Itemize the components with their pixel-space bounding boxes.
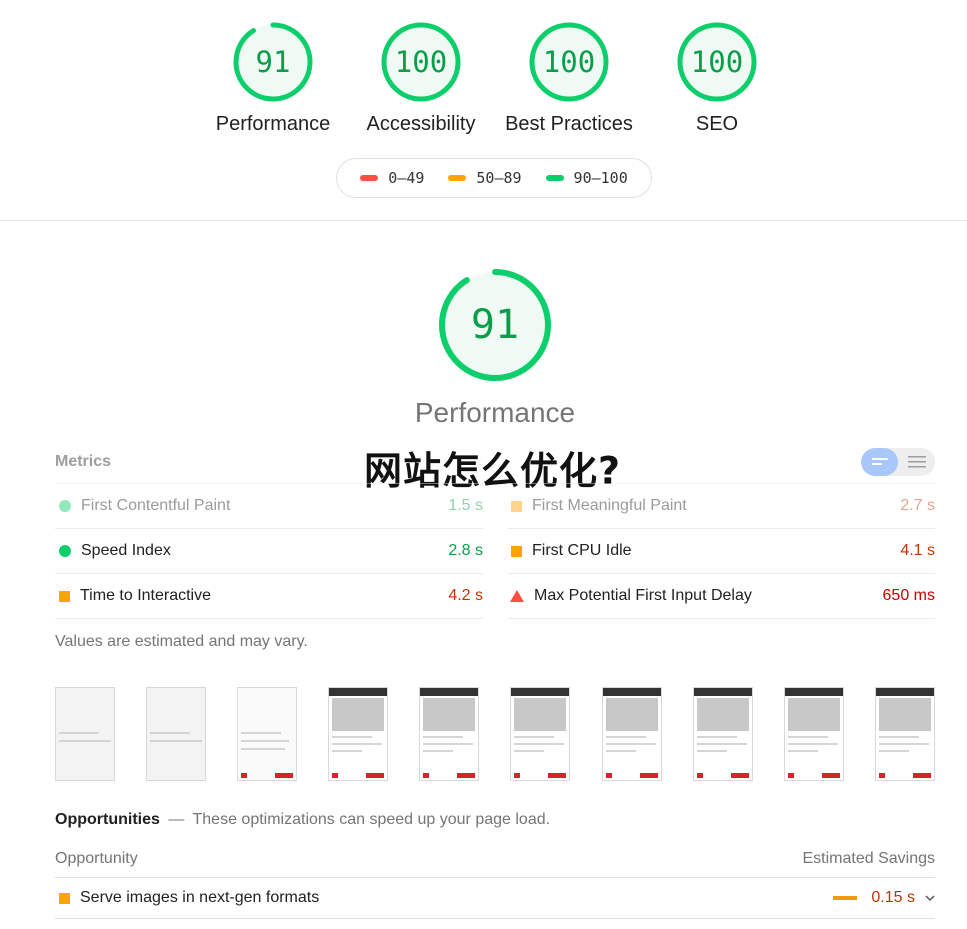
metric-divider (55, 618, 483, 619)
section-divider (0, 220, 967, 221)
performance-score: 91 (470, 302, 520, 348)
legend-range: 0–49 (388, 169, 425, 187)
chevron-down-icon[interactable] (925, 894, 935, 902)
average-square-icon (59, 590, 70, 602)
metric-divider (507, 618, 935, 619)
savings-column-header: Estimated Savings (802, 850, 935, 867)
metric-name: First Contentful Paint (81, 497, 231, 514)
gauge-score: 100 (690, 45, 744, 79)
gauge-score: 100 (542, 45, 596, 79)
metric-value: 650 ms (882, 587, 935, 604)
opportunities-dash: — (168, 811, 185, 828)
gauge-seo[interactable]: 100 SEO (647, 21, 787, 136)
opportunity-name: Serve images in next-gen formats (80, 889, 320, 906)
legend-range: 90–100 (573, 169, 628, 187)
metric-speed-index: Speed Index 2.8 s (55, 528, 483, 573)
metric-name: First CPU Idle (532, 542, 632, 559)
compact-list-icon (871, 458, 888, 465)
filmstrip-frame (419, 687, 479, 781)
average-bar-icon (448, 175, 467, 181)
legend-pass: 90–100 (545, 169, 628, 187)
average-square-icon (59, 892, 70, 904)
metric-value: 4.1 s (900, 542, 935, 559)
metric-value: 1.5 s (448, 497, 483, 514)
expanded-view-button[interactable] (898, 448, 935, 476)
pass-circle-icon (59, 545, 71, 557)
legend-range: 50–89 (476, 169, 522, 187)
metrics-note: Values are estimated and may vary. (55, 633, 308, 650)
filmstrip-frame (875, 687, 935, 781)
gauge-performance[interactable]: 91 Performance (203, 21, 343, 136)
gauge-label: Best Practices (505, 113, 633, 135)
opportunity-divider (55, 918, 935, 919)
compact-view-button[interactable] (861, 448, 898, 476)
metric-time-to-interactive: Time to Interactive 4.2 s (55, 573, 483, 618)
average-square-icon (511, 500, 522, 512)
metric-name: First Meaningful Paint (532, 497, 687, 514)
metric-first-meaningful-paint: First Meaningful Paint 2.7 s (507, 483, 935, 528)
metric-first-cpu-idle: First CPU Idle 4.1 s (507, 528, 935, 573)
metric-name: Time to Interactive (80, 587, 212, 604)
filmstrip-frame (784, 687, 844, 781)
performance-gauge: 91 (438, 268, 552, 382)
filmstrip-frame (146, 687, 206, 781)
gauge-label: Performance (215, 113, 331, 135)
metrics-view-toggle[interactable] (861, 448, 935, 476)
fail-triangle-icon (510, 590, 524, 602)
fail-bar-icon (360, 175, 379, 181)
filmstrip-frame (510, 687, 570, 781)
score-legend: 0–49 50–89 90–100 (336, 158, 652, 198)
metrics-heading: Metrics (55, 453, 112, 470)
filmstrip-frame (328, 687, 388, 781)
gauge-score: 100 (394, 45, 448, 79)
filmstrip-frame (55, 687, 115, 781)
filmstrip-frame (693, 687, 753, 781)
metric-value: 2.7 s (900, 497, 935, 514)
metric-value: 2.8 s (448, 542, 483, 559)
gauge-score: 91 (255, 45, 291, 79)
metric-name: Speed Index (81, 542, 171, 559)
opportunities-subtitle: These optimizations can speed up your pa… (192, 811, 551, 828)
average-square-icon (511, 545, 522, 557)
opportunity-savings: 0.15 s (871, 889, 915, 906)
pass-circle-icon (59, 500, 71, 512)
pass-bar-icon (545, 175, 564, 181)
legend-fail: 0–49 (360, 169, 424, 187)
opportunity-column-header: Opportunity (55, 850, 138, 867)
opportunities-heading: Opportunities — These optimizations can … (55, 811, 550, 829)
filmstrip-frame (237, 687, 297, 781)
metric-first-contentful-paint: First Contentful Paint 1.5 s (55, 483, 483, 528)
metric-max-potential-fid: Max Potential First Input Delay 650 ms (507, 573, 935, 618)
savings-bar (833, 896, 858, 900)
gauge-accessibility[interactable]: 100 Accessibility (351, 21, 491, 136)
metric-name: Max Potential First Input Delay (534, 587, 752, 604)
opportunity-row[interactable]: Serve images in next-gen formats 0.15 s (55, 878, 935, 918)
filmstrip-frame (602, 687, 662, 781)
gauge-label: SEO (695, 113, 739, 135)
opportunities-title: Opportunities (55, 811, 160, 828)
performance-title: Performance (414, 397, 576, 428)
gauge-best-practices[interactable]: 100 Best Practices (499, 21, 639, 136)
metric-value: 4.2 s (448, 587, 483, 604)
legend-average: 50–89 (448, 169, 522, 187)
expanded-list-icon (907, 456, 926, 468)
gauge-label: Accessibility (366, 113, 476, 135)
